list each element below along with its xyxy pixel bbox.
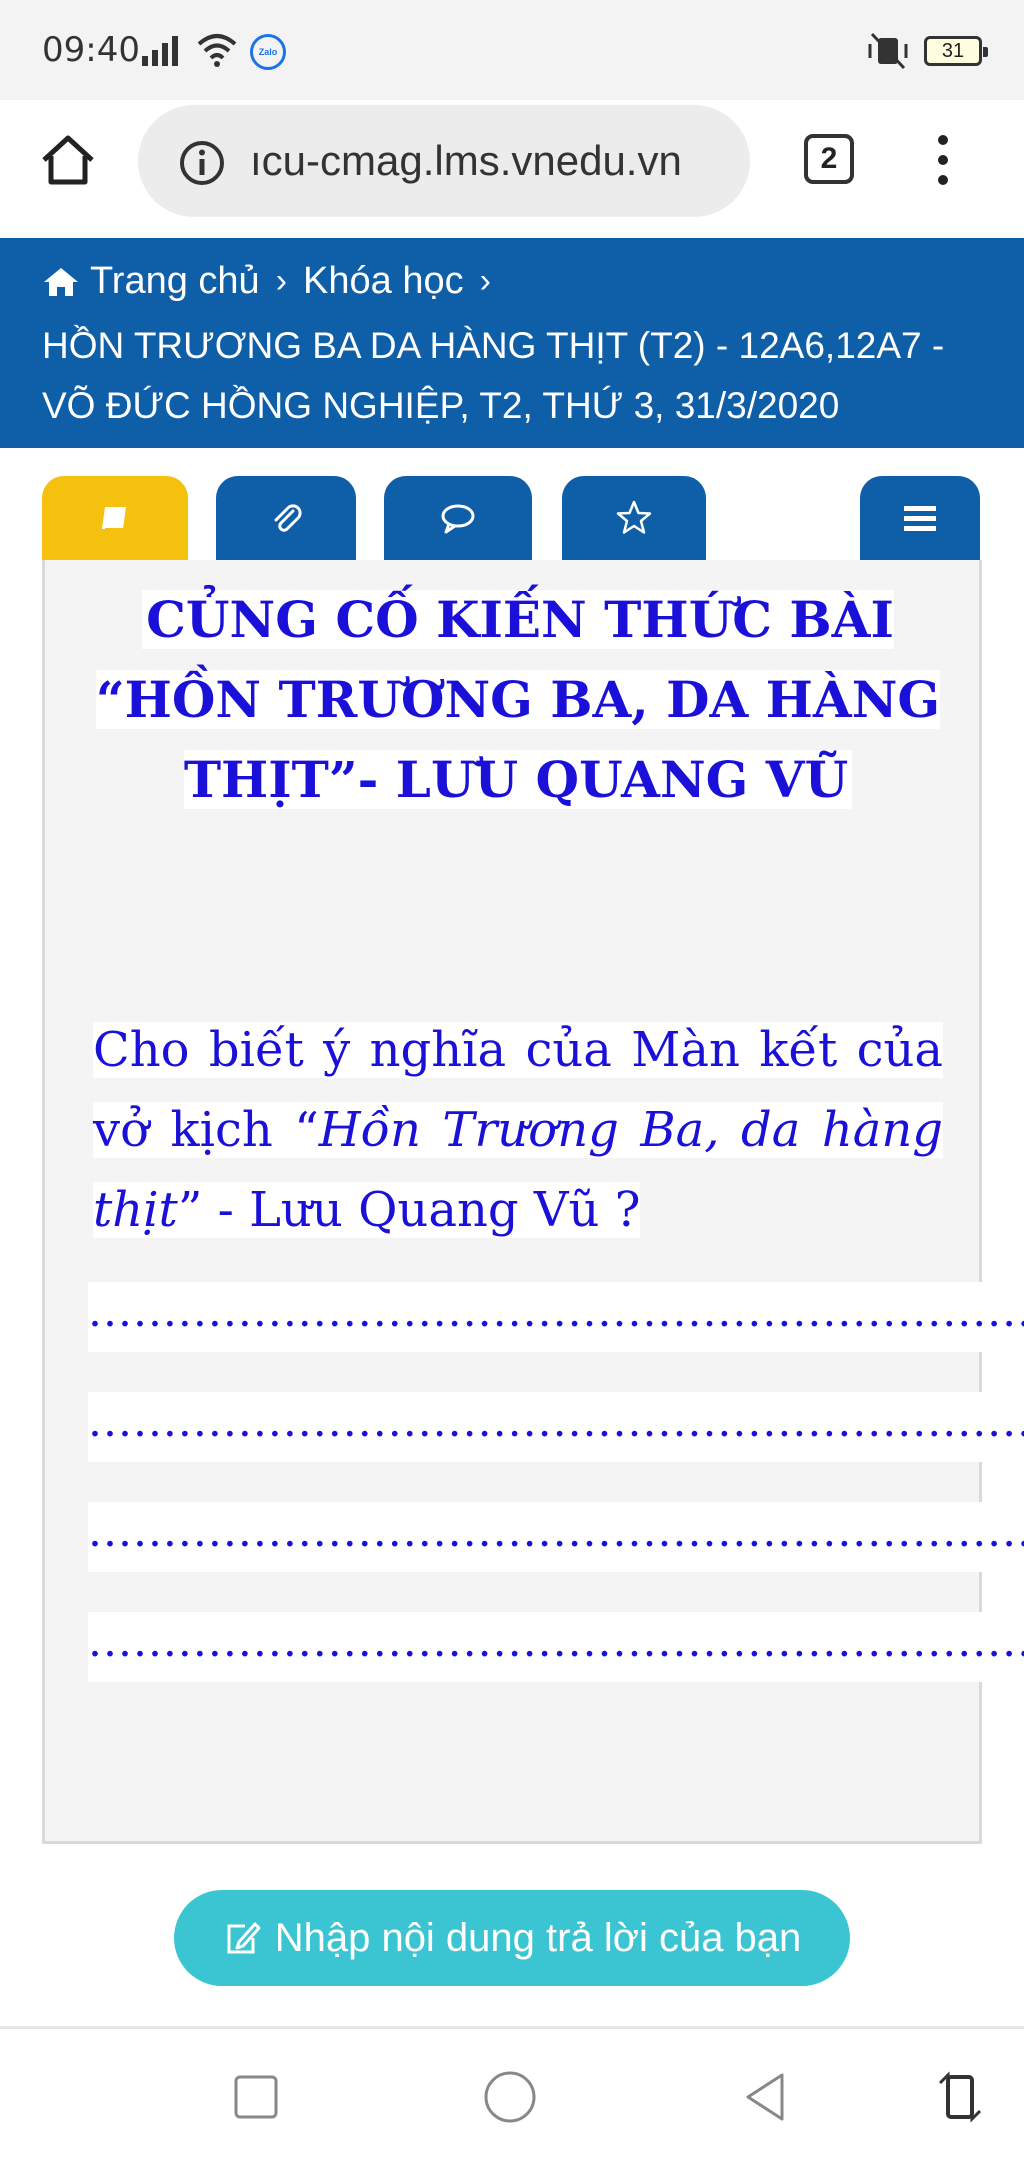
question-text: Cho biết ý nghĩa của Màn kết của vở kịch… [93, 1010, 944, 1250]
hamburger-menu-icon [904, 506, 936, 531]
battery-indicator: 31 [924, 36, 988, 66]
answer-line: ........................................… [88, 1502, 1024, 1572]
question-text-part2: ” - Lưu Quang Vũ ? [177, 1182, 641, 1238]
question-title: CỦNG CỐ KIẾN THỨC BÀI “HỒN TRƯƠNG BA, DA… [93, 580, 943, 820]
status-time: 09:40 [42, 30, 140, 70]
answer-line: ........................................… [88, 1282, 1024, 1352]
tab-favorites[interactable] [562, 476, 706, 560]
rotate-screen-icon[interactable] [934, 2069, 990, 2125]
address-bar[interactable]: ıcu-cmag.lms.vnedu.vn [138, 105, 750, 217]
vibrate-mute-icon [868, 32, 908, 70]
tab-comments[interactable] [384, 476, 532, 560]
breadcrumb-courses-link[interactable]: Khóa học [303, 260, 464, 303]
system-navigation-bar [0, 2029, 1024, 2162]
breadcrumb: Trang chủ › Khóa học › [42, 260, 507, 303]
info-icon[interactable] [178, 139, 226, 187]
course-header: Trang chủ › Khóa học › HỒN TRƯƠNG BA DA … [0, 238, 1024, 448]
tab-content[interactable] [42, 476, 188, 560]
status-bar: 09:40 Zalo 31 [0, 0, 1024, 100]
course-title: HỒN TRƯƠNG BA DA HÀNG THỊT (T2) - 12A6,1… [42, 325, 945, 426]
tab-menu[interactable] [860, 476, 980, 560]
star-icon [616, 500, 652, 534]
tab-attachments[interactable] [216, 476, 356, 560]
answer-line: ........................................… [88, 1392, 1024, 1462]
tab-switcher-button[interactable]: 2 [804, 134, 854, 184]
signal-icon [142, 36, 178, 66]
home-icon[interactable] [38, 130, 98, 190]
answer-line: ........................................… [88, 1612, 1024, 1682]
enter-answer-button[interactable]: Nhập nội dung trả lời của bạn [174, 1890, 850, 1986]
back-nav-icon[interactable] [738, 2069, 794, 2125]
breadcrumb-home-link[interactable]: Trang chủ [90, 260, 260, 303]
wifi-icon [197, 34, 237, 67]
enter-answer-label: Nhập nội dung trả lời của bạn [274, 1915, 802, 1960]
zalo-notification-icon: Zalo [250, 34, 286, 70]
paperclip-icon [274, 504, 302, 532]
question-title-text: CỦNG CỐ KIẾN THỨC BÀI “HỒN TRƯƠNG BA, DA… [95, 590, 941, 809]
url-text[interactable]: ıcu-cmag.lms.vnedu.vn [250, 137, 730, 185]
edit-icon [227, 1922, 261, 1954]
breadcrumb-separator: › [275, 262, 288, 300]
browser-toolbar: ıcu-cmag.lms.vnedu.vn 2 [0, 100, 1024, 238]
more-options-icon[interactable] [928, 130, 958, 190]
comment-icon [441, 504, 475, 534]
home-nav-icon[interactable] [482, 2069, 538, 2125]
book-icon [102, 507, 126, 530]
home-breadcrumb-icon [44, 267, 78, 296]
activity-tabs [0, 448, 1024, 560]
breadcrumb-separator: › [479, 262, 491, 300]
recent-apps-icon[interactable] [228, 2069, 284, 2125]
